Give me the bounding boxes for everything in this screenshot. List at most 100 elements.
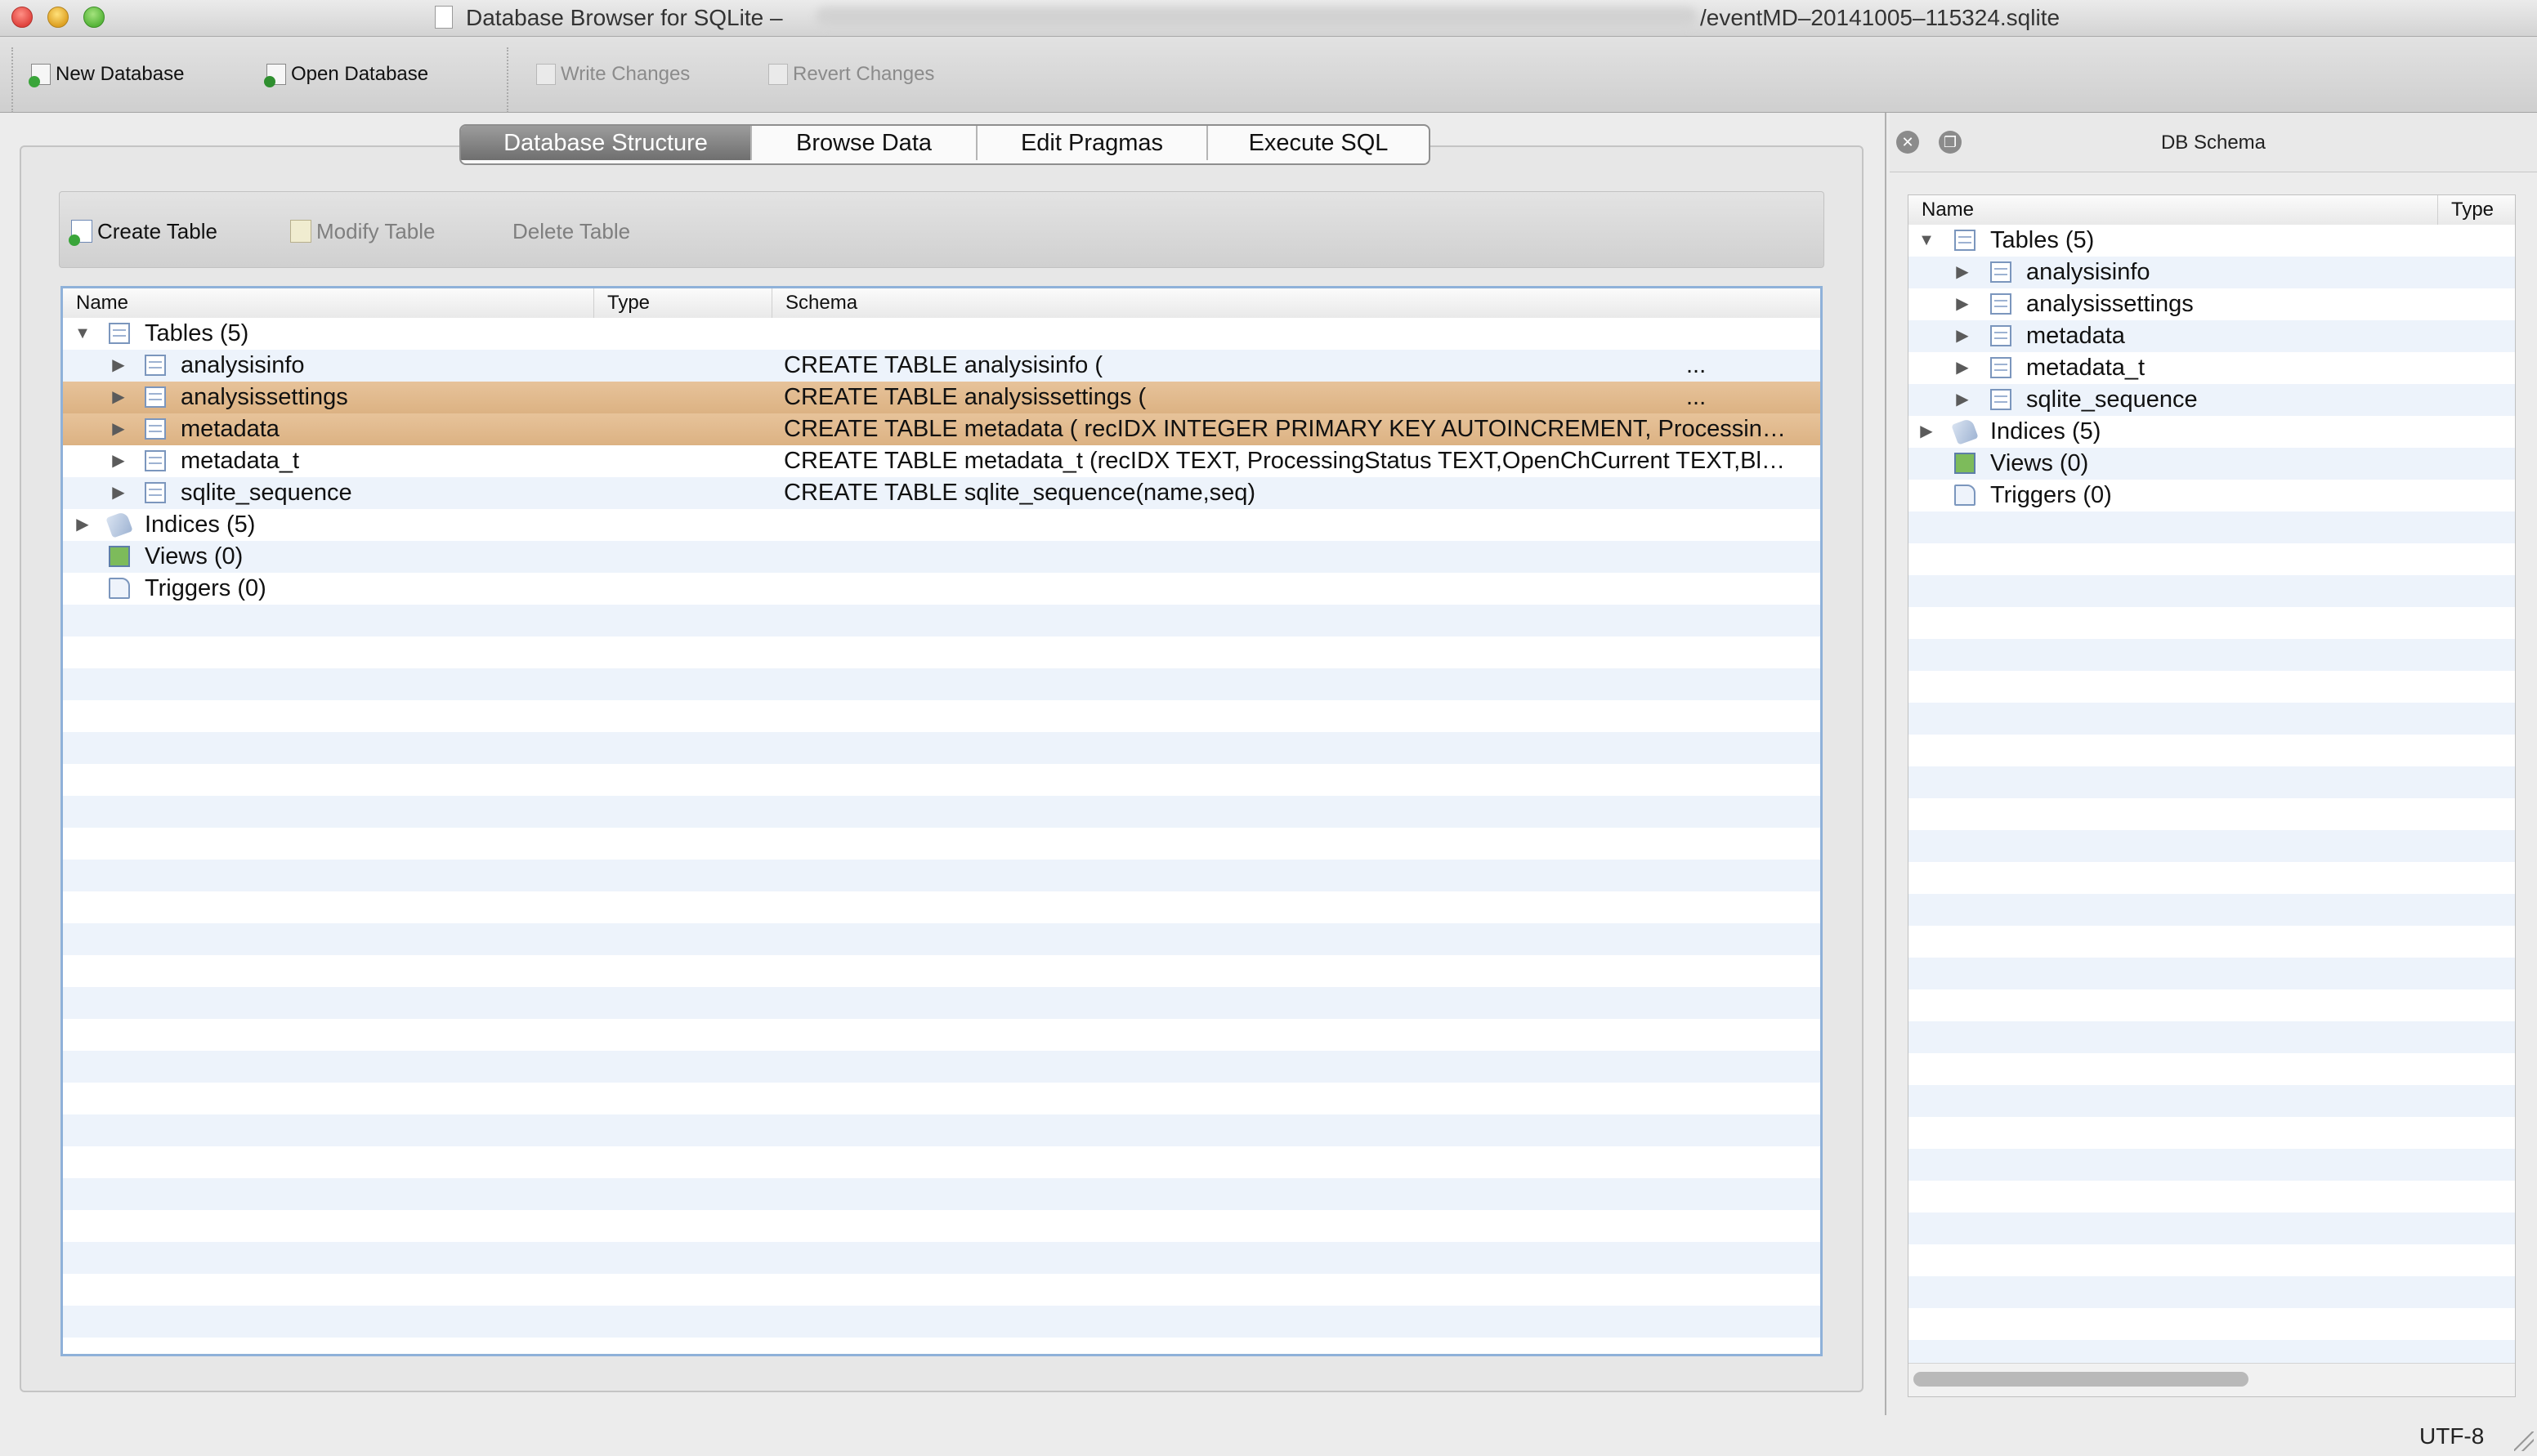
scrollbar-thumb[interactable] [1913, 1372, 2248, 1387]
create-table-button[interactable]: Create Table [69, 215, 217, 248]
close-window-button[interactable] [11, 7, 33, 28]
dock-table-name: sqlite_sequence [2026, 386, 2198, 413]
table-name: analysisinfo [181, 352, 305, 378]
horizontal-scrollbar[interactable] [1908, 1363, 2515, 1396]
table-name: metadata [181, 416, 280, 442]
write-changes-button[interactable]: Write Changes [536, 58, 690, 91]
open-database-button[interactable]: Open Database [264, 58, 428, 91]
table-schema: CREATE TABLE sqlite_sequence(name,seq) [784, 480, 1256, 506]
db-schema-tree[interactable]: Name Type ▼ Tables (5) ▶ analysisinfo ▶ … [1908, 194, 2516, 1397]
tree-row-table[interactable]: ▶ sqlite_sequence CREATE TABLE sqlite_se… [63, 477, 1820, 509]
modify-table-button[interactable]: Modify Table [290, 215, 436, 248]
dock-row-tables[interactable]: ▼ Tables (5) [1908, 225, 2515, 257]
encoding-status: UTF-8 [2419, 1423, 2485, 1449]
table-schema: CREATE TABLE metadata ( recIDX INTEGER P… [784, 416, 1797, 442]
redacted-path [816, 7, 1697, 27]
column-header-schema[interactable]: Schema [772, 288, 1820, 318]
tree-row-table[interactable]: ▶ metadata_t CREATE TABLE metadata_t (re… [63, 445, 1820, 477]
table-icon [1990, 389, 2011, 410]
expand-arrow-icon[interactable]: ▶ [109, 477, 128, 509]
write-changes-icon [536, 64, 556, 85]
tables-label: Tables (5) [145, 320, 249, 346]
index-tag-icon [1951, 418, 1979, 445]
tree-header: Name Type Schema [63, 288, 1820, 319]
tree-row-table[interactable]: ▶ analysissettings CREATE TABLE analysis… [63, 382, 1820, 413]
tab-database-structure[interactable]: Database Structure [461, 126, 752, 160]
create-table-label: Create Table [97, 218, 217, 243]
revert-changes-icon [768, 64, 788, 85]
structure-toolbar: Create Table Modify Table Delete Table [59, 191, 1824, 268]
dock-indices-label: Indices (5) [1990, 418, 2101, 444]
expand-arrow-icon[interactable]: ▶ [109, 445, 128, 477]
delete-table-label: Delete Table [512, 218, 631, 243]
column-header-type[interactable]: Type [594, 288, 772, 318]
tree-row-table[interactable]: ▶ analysisinfo CREATE TABLE analysisinfo… [63, 350, 1820, 382]
new-database-label: New Database [56, 63, 185, 85]
dock-row-table[interactable]: ▶ metadata_t [1908, 352, 2515, 384]
write-changes-label: Write Changes [561, 63, 691, 85]
minimize-window-button[interactable] [47, 7, 69, 28]
modify-table-icon [290, 220, 311, 243]
tab-execute-sql[interactable]: Execute SQL [1208, 126, 1429, 160]
table-schema: CREATE TABLE analysissettings ( [784, 384, 1147, 410]
dock-column-header-type[interactable]: Type [2438, 195, 2515, 225]
table-icon [1990, 357, 2011, 378]
table-name: metadata_t [181, 448, 300, 474]
expand-arrow-icon[interactable]: ▶ [1953, 384, 1972, 416]
dock-tree-header: Name Type [1908, 195, 2515, 226]
zoom-window-button[interactable] [83, 7, 105, 28]
dock-splitter[interactable] [1885, 113, 1886, 1415]
dock-row-table[interactable]: ▶ metadata [1908, 320, 2515, 352]
table-icon [1990, 261, 2011, 283]
tree-row-table[interactable]: ▶ metadata CREATE TABLE metadata ( recID… [63, 413, 1820, 445]
new-database-button[interactable]: New Database [29, 58, 185, 91]
dock-views-label: Views (0) [1990, 450, 2089, 476]
dock-table-name: analysissettings [2026, 291, 2194, 317]
expand-arrow-icon[interactable]: ▶ [1953, 288, 1972, 320]
dock-row-views[interactable]: Views (0) [1908, 448, 2515, 480]
tree-row-views[interactable]: Views (0) [63, 541, 1820, 573]
table-name: sqlite_sequence [181, 480, 352, 506]
view-icon [109, 546, 130, 567]
expand-arrow-icon[interactable]: ▶ [1953, 352, 1972, 384]
toolbar-grip[interactable] [11, 47, 13, 113]
collapse-arrow-icon[interactable]: ▼ [1917, 225, 1936, 257]
create-table-icon [69, 220, 92, 246]
views-label: Views (0) [145, 543, 244, 569]
delete-table-button[interactable]: Delete Table [512, 215, 630, 248]
dock-table-name: metadata_t [2026, 355, 2145, 381]
table-icon [145, 450, 166, 471]
tab-browse-data[interactable]: Browse Data [752, 126, 978, 160]
tree-row-triggers[interactable]: Triggers (0) [63, 573, 1820, 605]
revert-changes-button[interactable]: Revert Changes [768, 58, 934, 91]
dock-row-table[interactable]: ▶ sqlite_sequence [1908, 384, 2515, 416]
window-title: Database Browser for SQLite – [466, 5, 783, 30]
collapse-arrow-icon[interactable]: ▼ [73, 318, 92, 350]
column-header-name[interactable]: Name [63, 288, 594, 318]
dock-column-header-name[interactable]: Name [1908, 195, 2438, 225]
dock-row-table[interactable]: ▶ analysisinfo [1908, 257, 2515, 288]
dock-row-triggers[interactable]: Triggers (0) [1908, 480, 2515, 511]
expand-arrow-icon[interactable]: ▶ [1953, 320, 1972, 352]
expand-arrow-icon[interactable]: ▶ [109, 413, 128, 445]
main-toolbar: New Database Open Database Write Changes… [0, 37, 2537, 113]
tree-row-tables[interactable]: ▼ Tables (5) [63, 318, 1820, 350]
toolbar-separator [507, 47, 508, 113]
new-database-icon [29, 64, 51, 87]
schema-ellipsis: ... [1686, 352, 1707, 378]
db-schema-dock-header: ✕ ❐ DB Schema [1890, 113, 2537, 172]
tree-row-indices[interactable]: ▶ Indices (5) [63, 509, 1820, 541]
table-icon [145, 418, 166, 440]
tab-edit-pragmas[interactable]: Edit Pragmas [978, 126, 1208, 160]
resize-grip-icon[interactable] [2514, 1431, 2534, 1451]
expand-arrow-icon[interactable]: ▶ [109, 382, 128, 413]
expand-arrow-icon[interactable]: ▶ [73, 509, 92, 541]
expand-arrow-icon[interactable]: ▶ [1953, 257, 1972, 288]
expand-arrow-icon[interactable]: ▶ [1917, 416, 1936, 448]
dock-row-indices[interactable]: ▶ Indices (5) [1908, 416, 2515, 448]
expand-arrow-icon[interactable]: ▶ [109, 350, 128, 382]
table-icon [1990, 293, 2011, 315]
dock-row-table[interactable]: ▶ analysissettings [1908, 288, 2515, 320]
view-icon [1954, 453, 1975, 474]
database-structure-tree[interactable]: Name Type Schema ▼ Tables (5) ▶ analysis… [60, 286, 1823, 1356]
